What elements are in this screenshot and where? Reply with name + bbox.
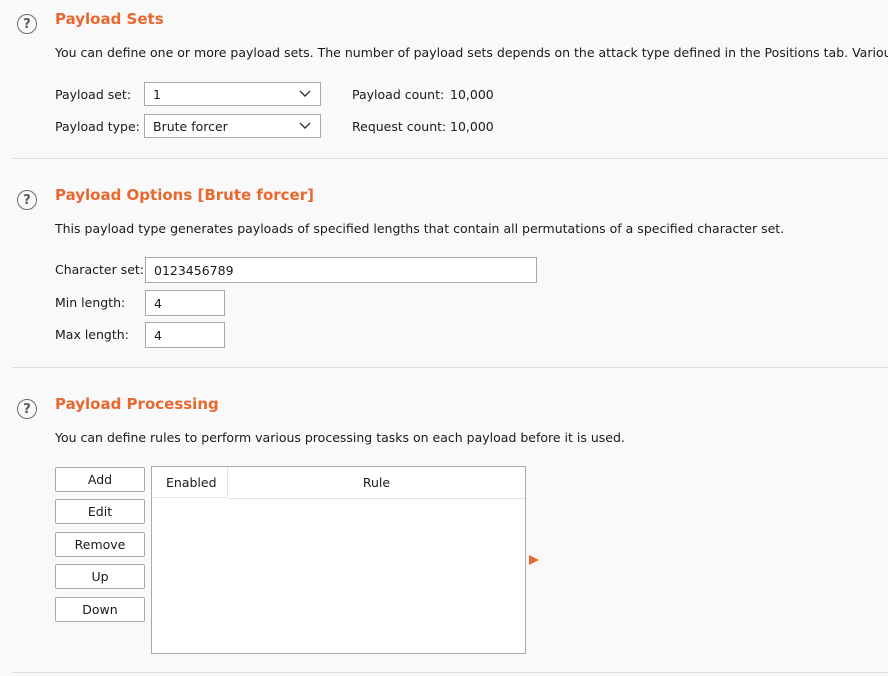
- character-set-input[interactable]: 0123456789: [145, 257, 537, 283]
- payload-type-select[interactable]: Brute forcer: [144, 114, 321, 138]
- min-length-label: Min length:: [55, 295, 126, 310]
- section-divider: [12, 158, 888, 159]
- move-up-button[interactable]: Up: [55, 564, 145, 589]
- expand-arrow-icon[interactable]: [528, 554, 540, 566]
- help-icon[interactable]: ?: [17, 399, 37, 419]
- remove-rule-button[interactable]: Remove: [55, 532, 145, 557]
- payload-set-label: Payload set:: [55, 87, 132, 102]
- payload-count-label: Payload count:: [352, 87, 445, 102]
- column-header-label: Rule: [362, 475, 391, 490]
- character-set-label: Character set:: [55, 262, 145, 277]
- chevron-down-icon: [298, 87, 312, 101]
- help-icon[interactable]: ?: [17, 14, 37, 34]
- max-length-input[interactable]: 4: [145, 322, 225, 348]
- help-icon[interactable]: ?: [17, 190, 37, 210]
- column-header-rule[interactable]: Rule: [228, 467, 525, 499]
- payload-processing-title: Payload Processing: [55, 395, 219, 413]
- payload-type-value: Brute forcer: [153, 118, 228, 134]
- request-count-label: Request count:: [352, 119, 447, 134]
- payload-set-value: 1: [153, 86, 161, 102]
- payload-count-value: 10,000: [450, 87, 494, 102]
- processing-rules-table[interactable]: Enabled Rule: [151, 466, 526, 654]
- payload-processing-description: You can define rules to perform various …: [55, 430, 625, 445]
- chevron-down-icon: [298, 119, 312, 133]
- add-rule-button[interactable]: Add: [55, 467, 145, 492]
- min-length-value: 4: [154, 295, 162, 311]
- section-divider: [12, 367, 888, 368]
- move-down-button[interactable]: Down: [55, 597, 145, 622]
- payload-sets-description: You can define one or more payload sets.…: [55, 45, 888, 60]
- max-length-value: 4: [154, 327, 162, 343]
- payload-type-label: Payload type:: [55, 119, 140, 134]
- character-set-value: 0123456789: [154, 262, 234, 278]
- payload-set-select[interactable]: 1: [144, 82, 321, 106]
- min-length-input[interactable]: 4: [145, 290, 225, 316]
- edit-rule-button[interactable]: Edit: [55, 499, 145, 524]
- column-header-enabled[interactable]: Enabled: [152, 467, 228, 498]
- payload-options-title: Payload Options [Brute forcer]: [55, 186, 314, 204]
- section-divider: [12, 672, 888, 673]
- request-count-value: 10,000: [450, 119, 494, 134]
- column-header-label: Enabled: [166, 474, 217, 490]
- payload-sets-title: Payload Sets: [55, 10, 164, 28]
- max-length-label: Max length:: [55, 327, 129, 342]
- payload-options-description: This payload type generates payloads of …: [55, 221, 785, 236]
